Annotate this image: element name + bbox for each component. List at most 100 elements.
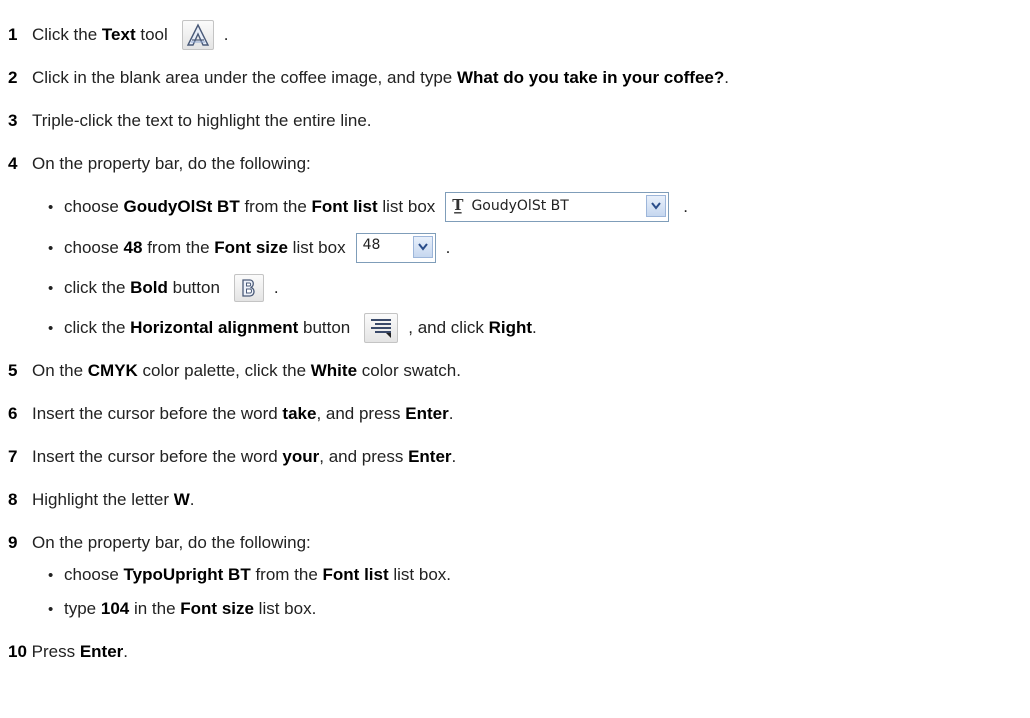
step-number: 2 <box>8 68 18 87</box>
step-end: . <box>445 238 451 257</box>
step-2: 2 Click in the blank area under the coff… <box>0 63 729 93</box>
step-text: Insert the cursor before the word <box>32 447 283 466</box>
step-text: from the <box>250 565 323 584</box>
bullet: • <box>48 600 54 618</box>
step-bold: Enter <box>408 447 452 466</box>
step-text: On the property bar, do the following: <box>32 154 311 173</box>
step-text: Click the <box>32 25 102 44</box>
step-10: 10 Press Enter . <box>0 637 128 667</box>
step-end: . <box>273 278 279 297</box>
text-tool-icon[interactable] <box>181 20 214 50</box>
step-bold: Right <box>488 318 533 337</box>
step-text: list box. <box>388 565 451 584</box>
font-list-combobox[interactable]: T̲ GoudyOlSt BT <box>445 192 670 222</box>
step-number: 10 <box>8 642 27 661</box>
bullet: • <box>48 239 54 257</box>
step-5: 5 On the CMYK color palette, click the W… <box>0 356 461 386</box>
step-text: list box <box>377 197 436 216</box>
step-text: from the <box>142 238 215 257</box>
step-end: . <box>189 490 195 509</box>
step-text: Triple-click the text to highlight the e… <box>32 111 372 130</box>
step-number: 1 <box>8 25 18 44</box>
step-number: 7 <box>8 447 18 466</box>
step-4-bullet-4: • click the Horizontal alignment button … <box>48 313 537 343</box>
step-bold: CMYK <box>87 361 138 380</box>
step-4-bullet-3: • click the Bold button . <box>48 273 279 303</box>
font-size-value: 48 <box>362 237 381 253</box>
step-text: Press <box>26 642 80 661</box>
step-bold: What do you take in your coffee? <box>456 68 725 87</box>
step-number: 9 <box>8 533 18 552</box>
step-bold: Font size <box>214 238 288 257</box>
step-text: , and press <box>316 404 406 423</box>
step-bold: take <box>282 404 317 423</box>
step-bold: TypoUpright BT <box>123 565 251 584</box>
step-4-bullet-2: • choose 48 from the Font size list box … <box>48 233 450 263</box>
step-end: . <box>223 25 229 44</box>
step-bold: Font list <box>322 565 389 584</box>
step-end: . <box>448 404 454 423</box>
chevron-down-icon[interactable] <box>646 195 667 217</box>
bullet: • <box>48 319 54 337</box>
step-9-bullet-2: • type 104 in the Font size list box. <box>48 594 316 624</box>
step-text: On the <box>32 361 88 380</box>
step-text: , and press <box>319 447 409 466</box>
step-text: button <box>167 278 220 297</box>
step-text: Insert the cursor before the word <box>32 404 283 423</box>
bullet: • <box>48 279 54 297</box>
step-4: 4 On the property bar, do the following: <box>0 149 311 179</box>
step-6: 6 Insert the cursor before the word take… <box>0 399 453 429</box>
step-bold: 48 <box>123 238 143 257</box>
step-text: Click in the blank area under the coffee… <box>32 68 457 87</box>
bold-icon[interactable] <box>233 274 264 302</box>
bullet: • <box>48 198 54 216</box>
step-text: , and click <box>408 318 489 337</box>
step-bold: Horizontal alignment <box>130 318 299 337</box>
step-bold: 104 <box>100 599 130 618</box>
step-bold: White <box>310 361 358 380</box>
step-text: choose <box>64 197 124 216</box>
chevron-down-icon[interactable] <box>412 236 433 258</box>
step-end: . <box>451 447 457 466</box>
step-text: in the <box>129 599 181 618</box>
step-text: click the <box>64 318 131 337</box>
font-list-value: GoudyOlSt BT <box>471 198 569 214</box>
step-text: choose <box>64 238 124 257</box>
step-4-bullet-1: • choose GoudyOlSt BT from the Font list… <box>48 192 688 222</box>
step-number: 5 <box>8 361 18 380</box>
bullet: • <box>48 566 54 584</box>
step-bold: Enter <box>405 404 449 423</box>
step-bold: Font list <box>311 197 378 216</box>
step-text: On the property bar, do the following: <box>32 533 311 552</box>
step-number: 6 <box>8 404 18 423</box>
truetype-font-icon: T̲ <box>452 196 464 214</box>
step-number: 8 <box>8 490 18 509</box>
step-7: 7 Insert the cursor before the word your… <box>0 442 456 472</box>
step-text: tool <box>135 25 168 44</box>
step-text: click the <box>64 278 131 297</box>
step-end: . <box>532 318 537 337</box>
step-9: 9 On the property bar, do the following: <box>0 528 311 558</box>
step-text: color swatch. <box>357 361 461 380</box>
horizontal-alignment-icon[interactable] <box>364 313 399 343</box>
step-text: Highlight the letter <box>32 490 174 509</box>
font-size-combobox[interactable]: 48 <box>355 233 436 263</box>
step-3: 3 Triple-click the text to highlight the… <box>0 106 372 136</box>
step-bold: GoudyOlSt BT <box>123 197 240 216</box>
step-text: from the <box>239 197 312 216</box>
step-text: list box. <box>253 599 317 618</box>
step-bold: Font size <box>180 599 254 618</box>
step-number: 3 <box>8 111 18 130</box>
step-end: . <box>123 642 129 661</box>
step-1: 1 Click the Text tool . <box>0 20 229 50</box>
step-bold: your <box>282 447 320 466</box>
step-end: . <box>724 68 729 87</box>
step-end: . <box>683 197 689 216</box>
step-9-bullet-1: • choose TypoUpright BT from the Font li… <box>48 560 451 590</box>
step-text: list box <box>287 238 346 257</box>
step-bold: Enter <box>79 642 124 661</box>
step-bold: W <box>173 490 190 509</box>
step-8: 8 Highlight the letter W . <box>0 485 195 515</box>
step-text: button <box>298 318 351 337</box>
step-text: choose <box>64 565 124 584</box>
